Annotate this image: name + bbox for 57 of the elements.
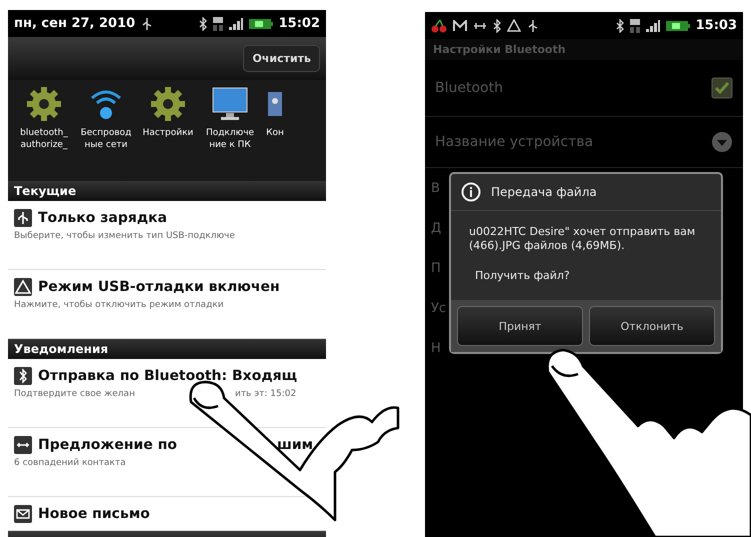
status-time: 15:03 bbox=[696, 18, 737, 33]
shortcut-label[interactable]: Кон bbox=[266, 127, 284, 139]
network-type-icon bbox=[212, 16, 223, 30]
shortcut-label[interactable]: Подключе ние к ПК bbox=[206, 127, 254, 151]
notification-title: Отправка по Bluetooth: Входящ bbox=[38, 368, 298, 384]
mail-icon bbox=[453, 20, 467, 32]
monitor-icon bbox=[211, 86, 249, 122]
bluetooth-icon bbox=[616, 18, 624, 32]
notification-title: Режим USB-отладки включен bbox=[38, 279, 280, 295]
signal-icon bbox=[646, 20, 660, 32]
setting-label: В bbox=[431, 180, 440, 196]
setting-label: Н bbox=[431, 340, 441, 356]
bluetooth-icon bbox=[14, 367, 32, 385]
gear-icon bbox=[150, 86, 186, 122]
warning-icon bbox=[14, 278, 32, 296]
signal-icon bbox=[228, 18, 243, 30]
shortcut-label[interactable]: Беспровод ные сети bbox=[80, 127, 132, 151]
notification-text: Подтвердите свое желан bbox=[14, 389, 135, 399]
notification-text: 6 совпадений контакта bbox=[14, 458, 126, 468]
usb-icon bbox=[527, 18, 539, 32]
notification-text: ить эт: 15:02 bbox=[234, 389, 296, 399]
section-header: Текущие bbox=[8, 181, 326, 201]
usb-icon bbox=[14, 209, 32, 227]
setting-label: П bbox=[431, 260, 441, 276]
battery-icon bbox=[666, 20, 690, 32]
notification-text: Нажмите, чтобы отключить режим отладки bbox=[14, 300, 224, 310]
notification-title: Новое письмо bbox=[38, 506, 150, 522]
battery-icon bbox=[248, 18, 273, 30]
notification-title: Только зарядка bbox=[38, 210, 168, 226]
shortcut-label[interactable]: bluetooth_ authorize_ bbox=[20, 127, 68, 151]
dialog-button[interactable]: Отклонить bbox=[589, 306, 715, 346]
section-header: Уведомления bbox=[8, 339, 326, 359]
status-date: пн, сен 27, 2010 bbox=[14, 16, 136, 31]
notification-title: шим bbox=[276, 437, 314, 453]
info-icon bbox=[461, 182, 481, 202]
warning-icon bbox=[507, 19, 521, 32]
bluetooth-icon bbox=[493, 18, 501, 32]
network-type-icon bbox=[630, 18, 640, 32]
dialog-question: Получить файл? bbox=[475, 269, 571, 282]
notification-text: Выберите, чтобы изменить тип USB-подключе bbox=[14, 231, 235, 241]
mail-icon bbox=[14, 505, 32, 523]
usb-icon bbox=[141, 16, 154, 30]
cherries-icon bbox=[431, 18, 447, 32]
clear-button[interactable]: Очистить bbox=[243, 45, 320, 72]
dialog-button[interactable]: Принят bbox=[457, 306, 583, 346]
bluetooth-icon bbox=[198, 16, 207, 30]
dropdown-icon[interactable] bbox=[711, 131, 733, 153]
status-time: 15:02 bbox=[278, 16, 320, 31]
dialog-message: u0022HTC Desire" хочет отправить вам (466).JPG файлов (4,69МБ). bbox=[469, 225, 696, 253]
setting-label: Ус bbox=[431, 300, 446, 316]
setting-label: Д bbox=[431, 220, 442, 236]
dialog-title: Передача файла bbox=[491, 185, 597, 199]
notification-title: Предложение по bbox=[38, 437, 177, 453]
screen-title: Настройки Bluetooth bbox=[425, 39, 743, 60]
gear-icon bbox=[26, 86, 62, 122]
shortcut-label[interactable]: Настройки bbox=[142, 127, 194, 139]
checkbox[interactable] bbox=[711, 77, 733, 99]
